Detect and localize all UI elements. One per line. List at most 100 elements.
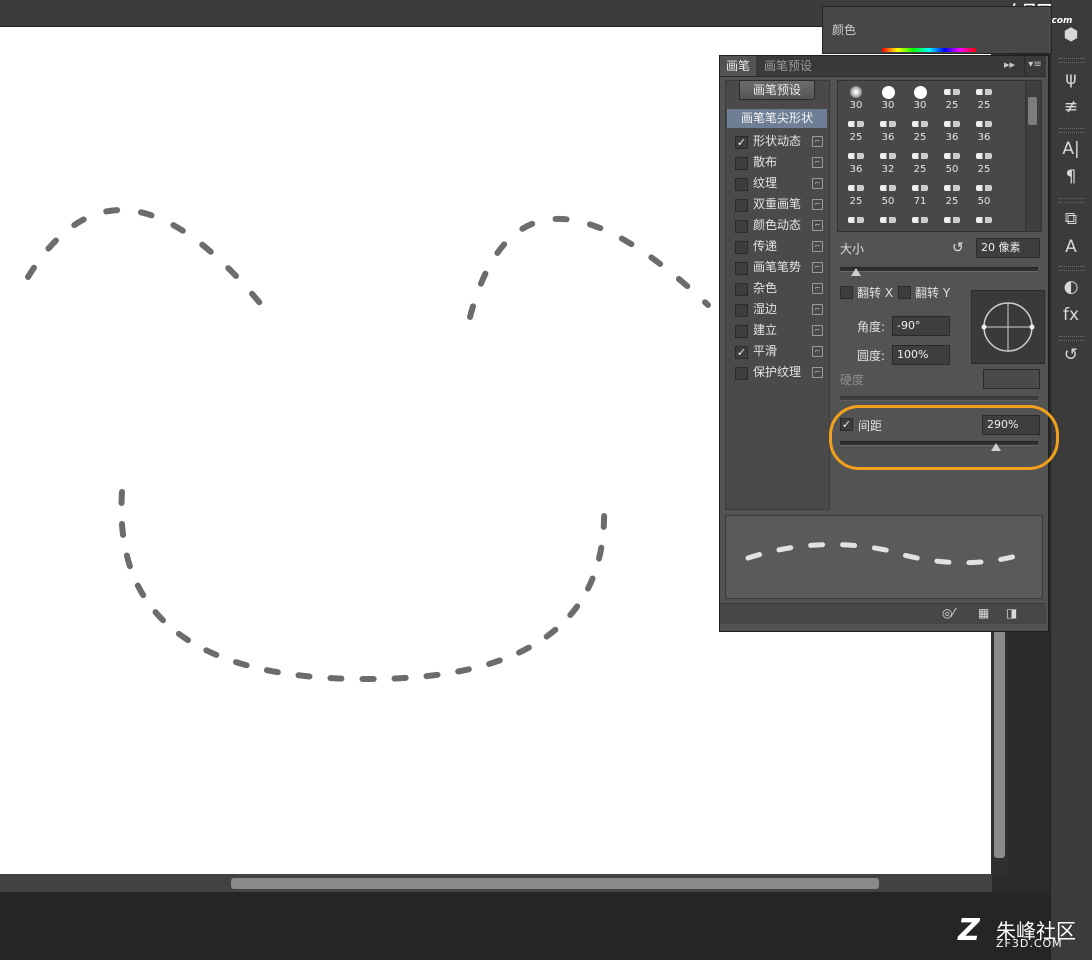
styles-icon[interactable]: fx	[1057, 302, 1085, 328]
option-dual-brush[interactable]: 双重画笔 ⌐	[727, 194, 827, 215]
brush-tip[interactable]: 30	[840, 83, 872, 115]
lock-icon[interactable]: ⌐	[812, 157, 823, 168]
color-spectrum[interactable]	[882, 48, 976, 52]
lock-icon[interactable]: ⌐	[812, 199, 823, 210]
size-slider[interactable]	[840, 267, 1038, 272]
adjustments-icon[interactable]: ◐	[1057, 274, 1085, 300]
checkbox[interactable]	[735, 220, 748, 233]
brush-tip[interactable]: 36	[936, 115, 968, 147]
dock-grip[interactable]	[1059, 266, 1085, 271]
checkbox[interactable]: ✓	[735, 346, 748, 359]
angle-roundness-widget[interactable]	[971, 290, 1045, 364]
option-scattering[interactable]: 散布 ⌐	[727, 152, 827, 173]
lock-icon[interactable]: ⌐	[812, 220, 823, 231]
dock-grip[interactable]	[1059, 58, 1085, 63]
lock-icon[interactable]: ⌐	[812, 367, 823, 378]
lock-icon[interactable]: ⌐	[812, 304, 823, 315]
option-texture[interactable]: 纹理 ⌐	[727, 173, 827, 194]
character-icon[interactable]: A|	[1057, 136, 1085, 162]
reset-size-icon[interactable]: ↺	[952, 240, 964, 256]
brush-tip[interactable]: 25	[968, 83, 1000, 115]
lock-icon[interactable]: ⌐	[812, 136, 823, 147]
toggle-live-tip-icon[interactable]: ◎⁄	[942, 606, 954, 620]
brush-tip[interactable]	[904, 211, 936, 243]
hardness-field	[983, 369, 1040, 389]
panel-menu-icon[interactable]: ▾≡	[1024, 56, 1045, 74]
option-shape-dynamics[interactable]: ✓ 形状动态 ⌐	[727, 131, 827, 152]
flip-x-checkbox[interactable]	[840, 286, 853, 299]
brush-tip[interactable]: 36	[872, 115, 904, 147]
brush-tip[interactable]	[872, 211, 904, 243]
option-color-dynamics[interactable]: 颜色动态 ⌐	[727, 215, 827, 236]
character-styles-icon[interactable]: ⧉	[1057, 206, 1085, 232]
tool-preset-icon[interactable]: ≢	[1057, 94, 1085, 120]
brush-tip[interactable]: 30	[904, 83, 936, 115]
brush-tip[interactable]	[840, 211, 872, 243]
option-protect-texture[interactable]: 保护纹理 ⌐	[727, 362, 827, 383]
option-brush-pose[interactable]: 画笔笔势 ⌐	[727, 257, 827, 278]
checkbox[interactable]	[735, 325, 748, 338]
tab-brush[interactable]: 画笔	[720, 56, 757, 76]
brush-tip-shape-item[interactable]: 画笔笔尖形状	[727, 109, 827, 128]
brush-grid-view-icon[interactable]: ▦	[978, 606, 989, 620]
dock-grip[interactable]	[1059, 198, 1085, 203]
brush-tip[interactable]: 36	[968, 115, 1000, 147]
horizontal-scroll-thumb[interactable]	[231, 878, 879, 889]
brush-tip[interactable]: 25	[904, 147, 936, 179]
brush-tip[interactable]: 50	[872, 179, 904, 211]
new-brush-icon[interactable]: ◨	[1006, 606, 1017, 620]
option-build-up[interactable]: 建立 ⌐	[727, 320, 827, 341]
paragraph-icon[interactable]: ¶	[1057, 164, 1085, 190]
checkbox[interactable]	[735, 157, 748, 170]
checkbox[interactable]	[735, 304, 748, 317]
checkbox[interactable]	[735, 367, 748, 380]
option-transfer[interactable]: 传递 ⌐	[727, 236, 827, 257]
vertical-scroll-thumb[interactable]	[994, 630, 1005, 858]
option-wet-edges[interactable]: 湿边 ⌐	[727, 299, 827, 320]
brush-tip[interactable]: 50	[936, 147, 968, 179]
tab-brush-presets[interactable]: 画笔预设	[758, 56, 818, 76]
roundness-field[interactable]: 100%	[892, 345, 950, 365]
brush-panel-footer: ◎⁄ ▦ ◨	[720, 603, 1046, 624]
brush-tip[interactable]: 71	[904, 179, 936, 211]
brush-tip[interactable]: 25	[840, 179, 872, 211]
brush-presets-button[interactable]: 画笔预设	[739, 80, 815, 100]
brush-tip[interactable]: 32	[872, 147, 904, 179]
dock-grip[interactable]	[1059, 128, 1085, 133]
brush-grid-scroll-thumb[interactable]	[1028, 97, 1037, 125]
paragraph-styles-icon[interactable]: A	[1057, 234, 1085, 260]
size-field[interactable]: 20 像素	[976, 238, 1040, 258]
bristle-brush-icon	[912, 217, 928, 223]
checkbox[interactable]	[735, 241, 748, 254]
brush-panel-icon[interactable]: ψ	[1057, 66, 1085, 92]
lock-icon[interactable]: ⌐	[812, 241, 823, 252]
brush-tip[interactable]: 25	[840, 115, 872, 147]
brush-tip[interactable]: 25	[936, 179, 968, 211]
checkbox[interactable]	[735, 262, 748, 275]
checkbox[interactable]	[735, 178, 748, 191]
option-smoothing[interactable]: ✓ 平滑 ⌐	[727, 341, 827, 362]
color-panel-tab[interactable]: 颜色	[832, 21, 856, 38]
lock-icon[interactable]: ⌐	[812, 346, 823, 357]
lock-icon[interactable]: ⌐	[812, 325, 823, 336]
collapse-icon[interactable]: ▸▸	[1004, 58, 1015, 71]
brush-tip[interactable]: 50	[968, 179, 1000, 211]
checkbox[interactable]	[735, 199, 748, 212]
option-noise[interactable]: 杂色 ⌐	[727, 278, 827, 299]
lock-icon[interactable]: ⌐	[812, 283, 823, 294]
angle-field[interactable]: -90°	[892, 316, 950, 336]
brush-tip[interactable]	[936, 211, 968, 243]
lock-icon[interactable]: ⌐	[812, 178, 823, 189]
brush-tip[interactable]: 30	[872, 83, 904, 115]
brush-tip[interactable]: 25	[904, 115, 936, 147]
brush-tip[interactable]: 36	[840, 147, 872, 179]
checkbox[interactable]: ✓	[735, 136, 748, 149]
brush-tip[interactable]: 25	[936, 83, 968, 115]
flip-y-checkbox[interactable]	[898, 286, 911, 299]
brush-tip[interactable]: 25	[968, 147, 1000, 179]
history-icon[interactable]: ↺	[1057, 342, 1085, 368]
size-slider-thumb[interactable]	[850, 268, 861, 276]
checkbox[interactable]	[735, 283, 748, 296]
dock-grip[interactable]	[1059, 336, 1085, 341]
lock-icon[interactable]: ⌐	[812, 262, 823, 273]
